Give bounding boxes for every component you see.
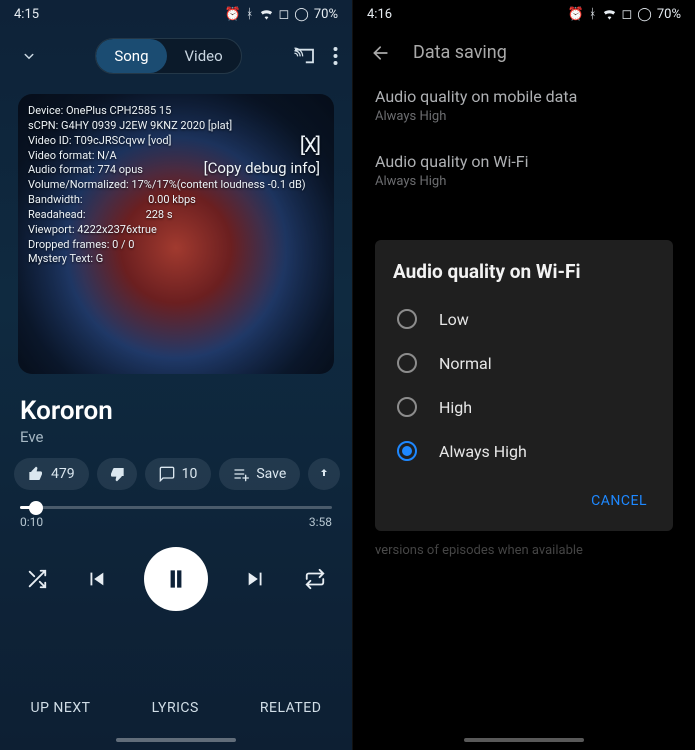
shuffle-button[interactable] (26, 568, 48, 590)
tab-song[interactable]: Song (96, 39, 166, 73)
more-icon[interactable] (333, 47, 338, 65)
radio-icon-selected (397, 441, 417, 461)
wifi-icon (602, 8, 617, 20)
track-artist[interactable]: Eve (20, 428, 332, 446)
status-time: 4:16 (367, 7, 392, 22)
battery-percent: 70% (657, 7, 681, 22)
option-label: Low (439, 310, 469, 329)
like-count: 479 (51, 466, 75, 482)
radio-icon (397, 309, 417, 329)
status-bar: 4:16 ⏰ ᚼ ◻ ◯ 70% (353, 0, 695, 28)
gesture-bar (464, 738, 584, 742)
quality-dialog: Audio quality on Wi-Fi Low Normal High A… (375, 240, 673, 531)
setting-value: Always High (375, 109, 673, 124)
action-chips: 479 10 Save (0, 448, 352, 500)
album-art[interactable]: Device: OnePlus CPH2585 15 sCPN: G4HY 09… (18, 94, 334, 374)
dialog-title: Audio quality on Wi-Fi (393, 260, 655, 283)
thumbs-down-icon (109, 466, 125, 482)
comment-icon (159, 466, 175, 482)
playlist-add-icon (233, 466, 249, 482)
obscured-text: versions of episodes when available (375, 542, 635, 560)
debug-copy-button[interactable]: [Copy debug info] (204, 158, 320, 178)
playback-controls (0, 529, 352, 629)
time-current: 0:10 (20, 515, 43, 529)
track-info: Kororon Eve (0, 384, 352, 448)
bottom-tabs: UP NEXT LYRICS RELATED (0, 700, 352, 716)
play-pause-button[interactable] (144, 547, 208, 611)
debug-close-button[interactable]: [X] (300, 132, 320, 159)
next-button[interactable] (245, 568, 267, 590)
option-low[interactable]: Low (393, 297, 655, 341)
like-chip[interactable]: 479 (14, 458, 89, 490)
share-icon (318, 466, 330, 482)
comments-chip[interactable]: 10 (145, 458, 212, 490)
player-header: Song Video (0, 28, 352, 78)
collapse-icon[interactable] (14, 41, 44, 71)
save-chip[interactable]: Save (219, 458, 300, 490)
dislike-chip[interactable] (97, 458, 137, 490)
comment-count: 10 (182, 466, 198, 482)
song-video-toggle: Song Video (95, 38, 241, 74)
repeat-button[interactable] (304, 568, 326, 590)
previous-button[interactable] (85, 568, 107, 590)
cast-icon[interactable] (293, 47, 315, 65)
tab-upnext[interactable]: UP NEXT (31, 700, 91, 716)
option-label: Always High (439, 442, 527, 461)
tab-lyrics[interactable]: LYRICS (152, 700, 199, 716)
seek-area: 0:10 3:58 (0, 500, 352, 529)
save-label: Save (256, 466, 286, 482)
radio-icon (397, 397, 417, 417)
dnd-icon: ◻ (622, 7, 633, 22)
time-total: 3:58 (309, 515, 332, 529)
option-label: High (439, 398, 472, 417)
tab-related[interactable]: RELATED (260, 700, 322, 716)
back-icon[interactable] (371, 43, 391, 63)
dnd-icon: ◻ (279, 7, 290, 22)
alarm-icon: ⏰ (568, 7, 584, 22)
bluetooth-icon: ᚼ (589, 7, 597, 22)
track-title: Kororon (20, 396, 332, 426)
seek-knob[interactable] (29, 501, 43, 515)
battery-circle-icon: ◯ (294, 7, 309, 22)
setting-wifi-quality[interactable]: Audio quality on Wi-Fi Always High (353, 138, 695, 203)
alarm-icon: ⏰ (225, 7, 241, 22)
debug-overlay: Device: OnePlus CPH2585 15 sCPN: G4HY 09… (28, 104, 324, 267)
settings-header: Data saving (353, 28, 695, 73)
more-chip[interactable] (308, 458, 340, 490)
setting-mobile-quality[interactable]: Audio quality on mobile data Always High (353, 73, 695, 138)
gesture-bar (116, 738, 236, 742)
cancel-button[interactable]: CANCEL (583, 483, 655, 519)
bluetooth-icon: ᚼ (246, 7, 254, 22)
battery-circle-icon: ◯ (637, 7, 652, 22)
option-normal[interactable]: Normal (393, 341, 655, 385)
status-time: 4:15 (14, 7, 39, 22)
status-icons: ⏰ ᚼ ◻ ◯ 70% (568, 7, 682, 22)
data-saving-screen: 4:16 ⏰ ᚼ ◻ ◯ 70% Data saving Audio quali… (352, 0, 695, 750)
option-label: Normal (439, 354, 492, 373)
tab-video[interactable]: Video (167, 39, 241, 73)
settings-title: Data saving (413, 42, 507, 63)
radio-icon (397, 353, 417, 373)
wifi-icon (259, 8, 274, 20)
option-high[interactable]: High (393, 385, 655, 429)
option-always-high[interactable]: Always High (393, 429, 655, 473)
battery-percent: 70% (314, 7, 338, 22)
music-player-screen: 4:15 ⏰ ᚼ ◻ ◯ 70% Song Video (0, 0, 352, 750)
setting-label: Audio quality on Wi-Fi (375, 152, 673, 171)
seek-bar[interactable] (20, 506, 332, 509)
status-icons: ⏰ ᚼ ◻ ◯ 70% (225, 7, 339, 22)
setting-value: Always High (375, 174, 673, 189)
setting-label: Audio quality on mobile data (375, 87, 673, 106)
thumbs-up-icon (28, 466, 44, 482)
status-bar: 4:15 ⏰ ᚼ ◻ ◯ 70% (0, 0, 352, 28)
